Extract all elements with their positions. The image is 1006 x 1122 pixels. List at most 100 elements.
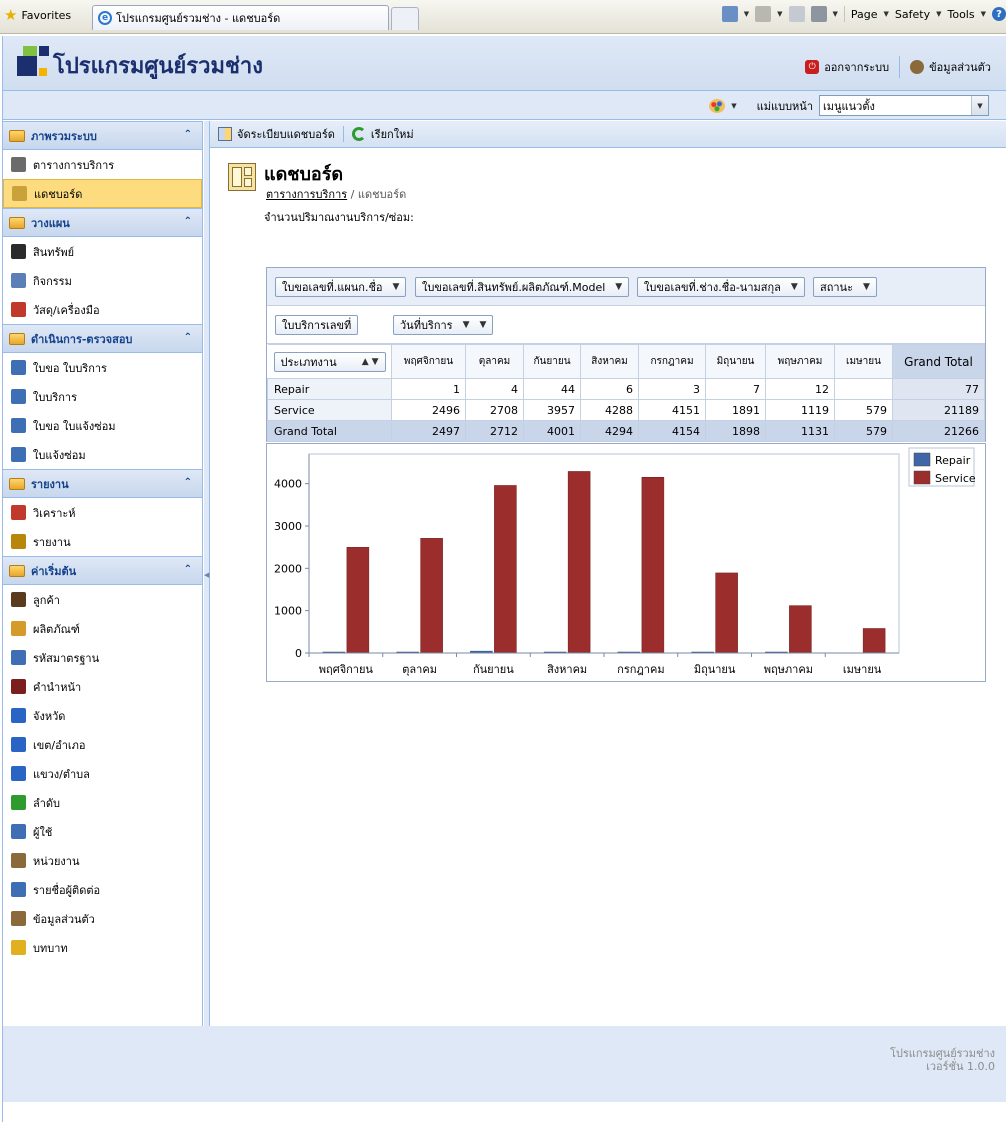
pivot-column-header[interactable]: กันยายน: [523, 344, 581, 379]
filter-icon[interactable]: ▼: [393, 282, 400, 292]
sidebar-item[interactable]: รายชื่อผู้ติดต่อ: [3, 875, 202, 904]
sidebar-section-header[interactable]: รายงาน ⌃: [3, 469, 202, 498]
district-icon: [11, 737, 26, 752]
home-icon[interactable]: [721, 6, 738, 22]
sidebar-item[interactable]: ใบแจ้งซ่อม: [3, 440, 202, 469]
filter-icon[interactable]: ▼: [480, 320, 487, 330]
bar-service[interactable]: [641, 476, 665, 654]
pivot-column-header[interactable]: เมษายน: [834, 344, 893, 379]
pivot-column-header[interactable]: ตุลาคม: [465, 344, 524, 379]
sidebar-item[interactable]: ข้อมูลส่วนตัว: [3, 904, 202, 933]
logout-button[interactable]: ⏻ ออกจากระบบ: [805, 58, 889, 76]
sidebar-item[interactable]: ใบขอ ใบบริการ: [3, 353, 202, 382]
collapse-icon[interactable]: ⌃: [184, 129, 192, 140]
sidebar-item[interactable]: ลูกค้า: [3, 585, 202, 614]
pivot-column-header[interactable]: มิถุนายน: [705, 344, 766, 379]
bar-service[interactable]: [494, 485, 517, 654]
bar-service[interactable]: [715, 572, 738, 654]
sort-down-icon[interactable]: ▼: [463, 320, 470, 330]
department-icon: [11, 853, 26, 868]
sidebar-item[interactable]: ตารางการบริการ: [3, 150, 202, 179]
filter-icon[interactable]: ▼: [791, 282, 798, 292]
chevron-down-icon[interactable]: ▼: [981, 10, 986, 18]
sidebar-item[interactable]: วิเคราะห์: [3, 498, 202, 527]
sidebar-item[interactable]: แขวง/ตำบล: [3, 759, 202, 788]
refresh-button[interactable]: เรียกใหม่: [350, 125, 416, 143]
chevron-down-icon[interactable]: ▼: [731, 102, 736, 110]
breadcrumb-link[interactable]: ตารางการบริการ: [266, 188, 347, 201]
filter-field-technician[interactable]: ใบขอเลขที่.ช่าง.ชื่อ-นามสกุล ▼: [637, 277, 805, 297]
data-field-service-no[interactable]: ใบบริการเลขที่: [275, 315, 359, 335]
clock-icon: [11, 157, 26, 172]
sidebar-item[interactable]: บทบาท: [3, 933, 202, 962]
sidebar-item[interactable]: วัสดุ/เครื่องมือ: [3, 295, 202, 324]
sidebar-item[interactable]: ลำดับ: [3, 788, 202, 817]
y-tick-label: 2000: [274, 562, 302, 575]
sidebar-item[interactable]: คำนำหน้า: [3, 672, 202, 701]
row-header[interactable]: Grand Total: [267, 420, 392, 442]
sort-filter-icon[interactable]: ▲ ▼: [362, 357, 379, 367]
sidebar-item[interactable]: ผู้ใช้: [3, 817, 202, 846]
bar-service[interactable]: [862, 628, 886, 654]
chevron-down-icon[interactable]: ▼: [936, 10, 941, 18]
filter-field-department[interactable]: ใบขอเลขที่.แผนก.ชื่อ ▼: [275, 277, 407, 297]
collapse-icon[interactable]: ⌃: [184, 332, 192, 343]
sidebar-section-header[interactable]: ภาพรวมระบบ ⌃: [3, 121, 202, 150]
chevron-down-icon[interactable]: ▼: [884, 10, 889, 18]
pivot-column-header[interactable]: สิงหาคม: [580, 344, 639, 379]
print-icon[interactable]: [810, 6, 827, 22]
filter-field-status[interactable]: สถานะ ▼: [813, 277, 877, 297]
pivot-column-header[interactable]: พฤศจิกายน: [391, 344, 466, 379]
tools-menu[interactable]: Tools: [948, 8, 975, 21]
collapse-icon[interactable]: ⌃: [184, 477, 192, 488]
safety-menu[interactable]: Safety: [895, 8, 930, 21]
mail-icon[interactable]: [788, 6, 805, 22]
favorites-button[interactable]: ★ Favorites: [4, 8, 71, 23]
column-field-service-date[interactable]: วันที่บริการ ▼ ▼: [393, 315, 494, 335]
bar-service[interactable]: [789, 605, 812, 654]
sidebar-item[interactable]: รายงาน: [3, 527, 202, 556]
profile-button[interactable]: ข้อมูลส่วนตัว: [910, 58, 991, 76]
filter-icon[interactable]: ▼: [863, 282, 870, 292]
feed-icon[interactable]: [755, 6, 772, 22]
page-menu[interactable]: Page: [851, 8, 878, 21]
theme-dropdown[interactable]: เมนูแนวตั้ง ▼: [819, 95, 989, 116]
sidebar-item[interactable]: หน่วยงาน: [3, 846, 202, 875]
help-icon[interactable]: ?: [992, 7, 1006, 21]
browser-command-bar: ▼ ▼ ▼ Page ▼ Safety ▼ Tools ▼ ?: [721, 6, 1006, 22]
sidebar-item[interactable]: ใบบริการ: [3, 382, 202, 411]
sidebar-item[interactable]: แดชบอร์ด: [3, 179, 202, 208]
arrange-dashboard-button[interactable]: จัดระเบียบแดชบอร์ด: [216, 125, 337, 143]
sidebar-item[interactable]: สินทรัพย์: [3, 237, 202, 266]
sidebar-section-header[interactable]: ค่าเริ่มต้น ⌃: [3, 556, 202, 585]
sidebar-item[interactable]: ใบขอ ใบแจ้งซ่อม: [3, 411, 202, 440]
sidebar-item[interactable]: กิจกรรม: [3, 266, 202, 295]
sidebar-section-header[interactable]: วางแผน ⌃: [3, 208, 202, 237]
bar-service[interactable]: [420, 538, 443, 654]
chevron-down-icon[interactable]: ▼: [971, 96, 988, 115]
sidebar-item[interactable]: จังหวัด: [3, 701, 202, 730]
sidebar-item[interactable]: รหัสมาตรฐาน: [3, 643, 202, 672]
sidebar-item[interactable]: ผลิตภัณฑ์: [3, 614, 202, 643]
bar-service[interactable]: [567, 471, 591, 654]
chevron-down-icon[interactable]: ▼: [744, 10, 749, 18]
row-header[interactable]: Service: [267, 399, 392, 421]
row-field-job-type[interactable]: ประเภทงาน ▲ ▼: [273, 351, 386, 372]
row-header[interactable]: Repair: [267, 378, 392, 400]
pivot-column-header[interactable]: พฤษภาคม: [765, 344, 835, 379]
pivot-column-header[interactable]: กรกฎาคม: [638, 344, 706, 379]
chevron-down-icon[interactable]: ▼: [777, 10, 782, 18]
filter-icon[interactable]: ▼: [615, 282, 622, 292]
palette-icon[interactable]: [709, 98, 726, 113]
browser-tab[interactable]: e โปรแกรมศูนย์รวมช่าง - แดชบอร์ด: [92, 5, 389, 30]
bar-service[interactable]: [346, 547, 370, 654]
chevron-down-icon[interactable]: ▼: [833, 10, 838, 18]
filter-field-model[interactable]: ใบขอเลขที่.สินทรัพย์.ผลิตภัณฑ์.Model ▼: [415, 277, 630, 297]
new-tab-button[interactable]: [391, 7, 419, 30]
sidebar-item[interactable]: เขต/อำเภอ: [3, 730, 202, 759]
asset-icon: [11, 244, 26, 259]
collapse-icon[interactable]: ⌃: [184, 564, 192, 575]
collapse-arrow-icon[interactable]: ◀: [204, 571, 209, 579]
sidebar-section-header[interactable]: ดำเนินการ-ตรวจสอบ ⌃: [3, 324, 202, 353]
collapse-icon[interactable]: ⌃: [184, 216, 192, 227]
